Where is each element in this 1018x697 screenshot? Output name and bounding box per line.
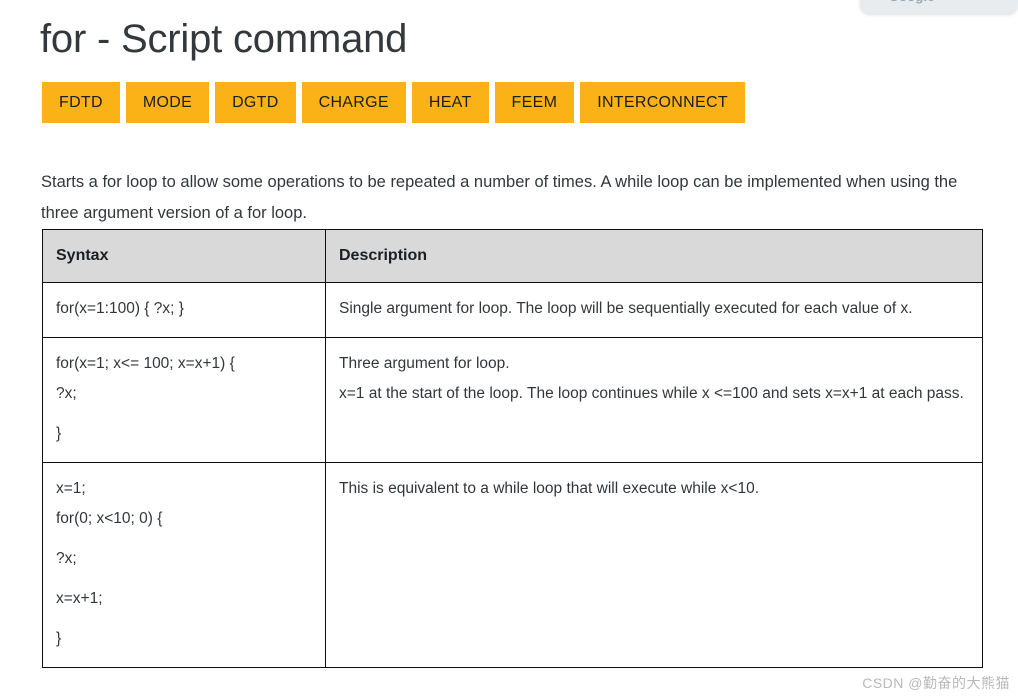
description-cell: Single argument for loop. The loop will …: [325, 282, 983, 338]
syntax-line: ?x;: [56, 550, 77, 567]
table-row: for(x=1; x<= 100; x=x+1) { ?x; } Three a…: [42, 337, 983, 463]
syntax-line: x=1;: [56, 480, 86, 497]
google-translate-widget[interactable]: Google Translate: [860, 0, 1018, 14]
google-translate-label: Google: [889, 0, 935, 4]
tag-heat[interactable]: HEAT: [411, 82, 489, 123]
syntax-line: x=x+1;: [56, 590, 103, 607]
tag-dgtd[interactable]: DGTD: [215, 82, 296, 123]
syntax-line: for(x=1; x<= 100; x=x+1) {: [56, 355, 235, 372]
tag-charge[interactable]: CHARGE: [301, 82, 406, 123]
description-line: Single argument for loop. The loop will …: [339, 300, 913, 317]
page-title: for - Script command: [40, 16, 408, 61]
tag-mode[interactable]: MODE: [125, 82, 210, 123]
description-cell: This is equivalent to a while loop that …: [325, 462, 983, 668]
table-header-row: Syntax Description: [42, 229, 983, 283]
description-cell: Three argument for loop. x=1 at the star…: [325, 337, 983, 463]
column-header-description: Description: [325, 229, 983, 283]
syntax-description-table: Syntax Description for(x=1:100) { ?x; } …: [42, 229, 983, 668]
google-translate-sublabel: Translate: [940, 0, 990, 3]
intro-paragraph: Starts a for loop to allow some operatio…: [41, 172, 958, 222]
column-header-syntax: Syntax: [42, 229, 326, 283]
table-row: for(x=1:100) { ?x; } Single argument for…: [42, 282, 983, 338]
description-line: Three argument for loop.: [339, 355, 510, 372]
syntax-line: }: [56, 630, 62, 647]
syntax-line: for(x=1:100) { ?x; }: [56, 300, 184, 317]
syntax-cell: x=1; for(0; x<10; 0) { ?x; x=x+1; }: [42, 462, 326, 668]
tag-feem[interactable]: FEEM: [494, 82, 575, 123]
tag-interconnect[interactable]: INTERCONNECT: [580, 82, 745, 123]
syntax-line: for(0; x<10; 0) {: [56, 510, 163, 527]
syntax-line: }: [56, 425, 62, 442]
tag-fdtd[interactable]: FDTD: [42, 82, 120, 123]
description-line: This is equivalent to a while loop that …: [339, 480, 760, 497]
description-line: x=1 at the start of the loop. The loop c…: [339, 385, 964, 402]
table-row: x=1; for(0; x<10; 0) { ?x; x=x+1; } This…: [42, 462, 983, 668]
syntax-cell: for(x=1; x<= 100; x=x+1) { ?x; }: [42, 337, 326, 463]
syntax-line: ?x;: [56, 385, 77, 402]
watermark: CSDN @勤奋的大熊猫: [862, 675, 1010, 691]
syntax-cell: for(x=1:100) { ?x; }: [42, 282, 326, 338]
product-tag-list: FDTD MODE DGTD CHARGE HEAT FEEM INTERCON…: [42, 82, 745, 123]
